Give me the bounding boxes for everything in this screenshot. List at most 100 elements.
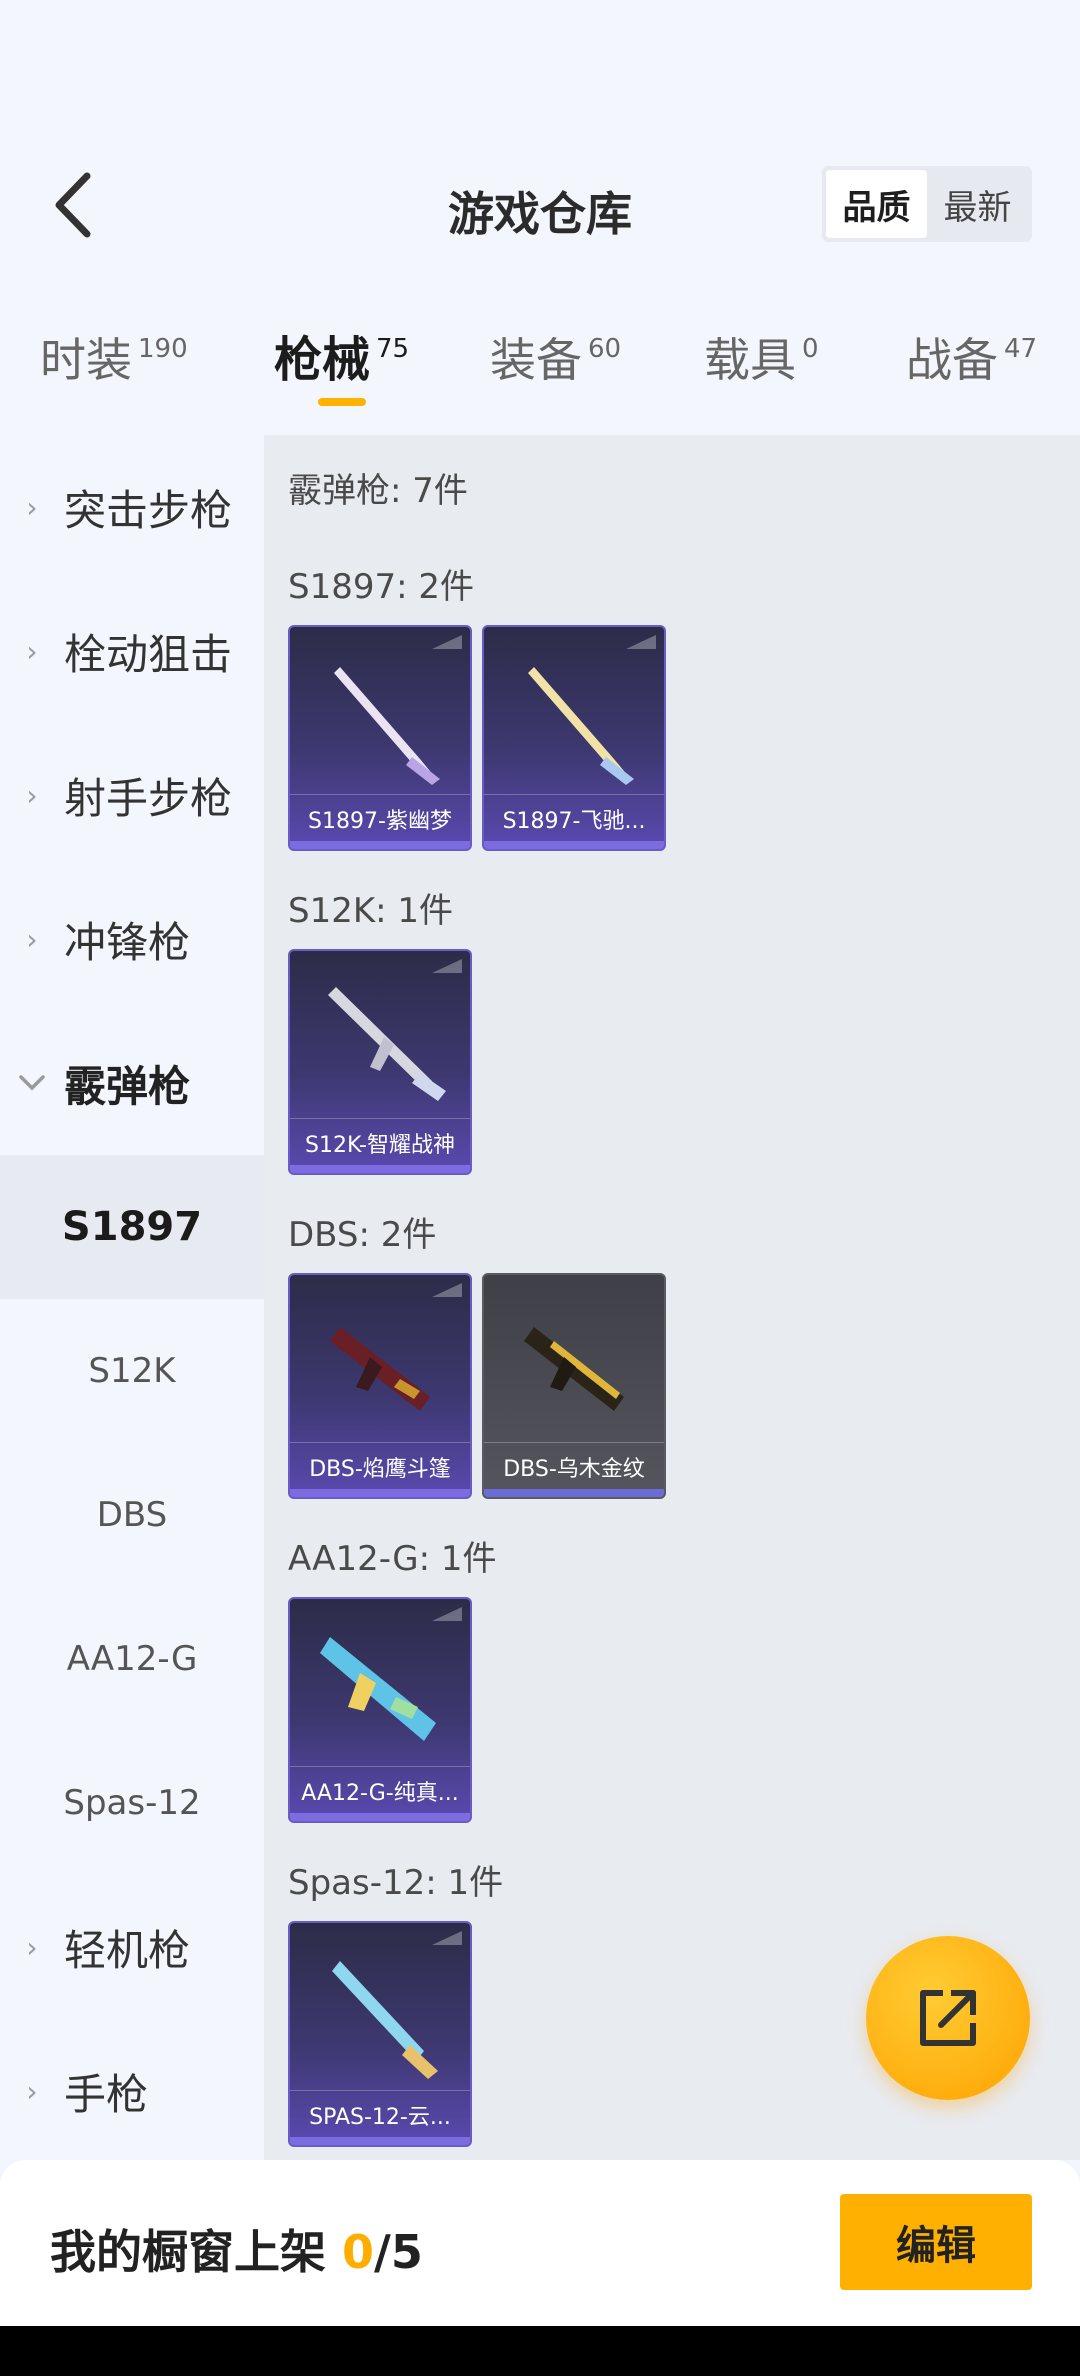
sidebar-item-shotgun[interactable]: 霰弹枪	[0, 1011, 264, 1155]
sidebar-sub-aa12g[interactable]: AA12-G	[0, 1587, 264, 1731]
tab-count: 75	[376, 334, 410, 364]
card-divider	[290, 1118, 470, 1119]
sidebar-item-label: 冲锋枪	[64, 917, 191, 967]
showcase-bar: 我的橱窗上架 0/5 编辑	[0, 2160, 1080, 2326]
shotgun-image	[332, 1961, 438, 2079]
weapon-name: SPAS-12-云...	[309, 2105, 451, 2130]
sidebar-item-marksman-rifle[interactable]: › 射手步枪	[0, 723, 264, 867]
sidebar-sub-spas12[interactable]: Spas-12	[0, 1731, 264, 1875]
tab-label: 时装	[40, 333, 132, 387]
edit-button[interactable]: 编辑	[840, 2194, 1032, 2290]
chevron-down-icon	[0, 1074, 64, 1092]
group-heading: S1897: 2件	[288, 567, 475, 607]
weapon-name: AA12-G-纯真...	[301, 1781, 459, 1806]
chevron-right-icon: ›	[26, 778, 38, 812]
rarity-bar	[290, 1489, 470, 1497]
weapon-name: DBS-乌木金纹	[503, 1457, 645, 1482]
chevron-right-icon: ›	[26, 922, 38, 956]
weapon-card[interactable]: DBS-乌木金纹	[482, 1273, 666, 1499]
rarity-bar	[290, 2137, 470, 2145]
header: 游戏仓库 品质 最新	[0, 140, 1080, 270]
category-heading: 霰弹枪: 7件	[288, 471, 468, 511]
weapon-card[interactable]: AA12-G-纯真...	[288, 1597, 472, 1823]
showcase-status: 我的橱窗上架 0/5	[50, 2216, 423, 2282]
tab-weapons[interactable]: 枪械 75	[274, 330, 409, 390]
rarity-bar	[484, 841, 664, 849]
chevron-right-icon: ›	[26, 634, 38, 668]
sidebar-item-smg[interactable]: › 冲锋枪	[0, 867, 264, 1011]
sidebar-item-label: 射手步枪	[64, 773, 233, 823]
card-divider	[290, 1766, 470, 1767]
sidebar-item-label: 突击步枪	[64, 485, 233, 535]
sort-newest-option[interactable]: 最新	[927, 170, 1028, 238]
share-external-icon	[920, 1990, 976, 2046]
sidebar-item-label: 轻机枪	[64, 1925, 191, 1975]
tab-label: 枪械	[274, 332, 371, 388]
weapon-list: 霰弹枪: 7件 S1897: 2件 S1897-紫幽梦 S1897-飞驰... …	[264, 435, 1080, 2160]
showcase-label: 我的橱窗上架	[50, 2225, 343, 2279]
sidebar-item-label: 手枪	[64, 2069, 149, 2119]
sidebar-sub-dbs[interactable]: DBS	[0, 1443, 264, 1587]
card-divider	[484, 794, 664, 795]
group-heading: Spas-12: 1件	[288, 1863, 504, 1903]
sort-toggle: 品质 最新	[822, 166, 1032, 242]
weapon-card[interactable]: S1897-飞驰...	[482, 625, 666, 851]
sidebar-item-label: 栓动狙击	[64, 629, 233, 679]
tab-label: 装备	[490, 333, 582, 387]
tab-count: 0	[802, 334, 819, 364]
shotgun-image	[320, 1637, 436, 1741]
weapon-name: S12K-智耀战神	[304, 1133, 455, 1158]
sidebar-item-lmg[interactable]: › 轻机枪	[0, 1875, 264, 2019]
card-divider	[484, 1442, 664, 1443]
weapon-card[interactable]: S1897-紫幽梦	[288, 625, 472, 851]
weapon-name: DBS-焰鹰斗篷	[309, 1457, 451, 1482]
weapon-card[interactable]: SPAS-12-云...	[288, 1921, 472, 2147]
weapon-card[interactable]: S12K-智耀战神	[288, 949, 472, 1175]
group-heading: AA12-G: 1件	[288, 1539, 497, 1579]
active-tab-indicator	[318, 398, 366, 406]
tab-count: 47	[1004, 334, 1038, 364]
share-button[interactable]	[866, 1936, 1030, 2100]
sidebar-item-assault-rifle[interactable]: › 突击步枪	[0, 435, 264, 579]
chevron-right-icon: ›	[26, 490, 38, 524]
shotgun-image	[524, 1327, 624, 1411]
card-divider	[290, 1442, 470, 1443]
app-root: 游戏仓库 品质 最新 时装 190 枪械 75 装备 60 载具 0 战备 47	[0, 0, 1080, 2376]
sidebar-item-bolt-sniper[interactable]: › 栓动狙击	[0, 579, 264, 723]
system-nav-bar	[0, 2326, 1080, 2376]
rarity-bar	[484, 1489, 664, 1497]
weapon-name: S1897-紫幽梦	[308, 809, 452, 834]
weapon-name: S1897-飞驰...	[502, 809, 646, 834]
sort-quality-option[interactable]: 品质	[826, 170, 927, 238]
tab-supplies[interactable]: 战备 47	[906, 330, 1037, 390]
category-tabs: 时装 190 枪械 75 装备 60 载具 0 战备 47	[0, 310, 1080, 420]
group-heading: DBS: 2件	[288, 1215, 437, 1255]
shotgun-image	[330, 1327, 430, 1411]
sidebar-item-pistol[interactable]: › 手枪	[0, 2019, 264, 2163]
sidebar-item-label: 霰弹枪	[64, 1061, 191, 1111]
tab-label: 载具	[704, 333, 796, 387]
weapon-card[interactable]: DBS-焰鹰斗篷	[288, 1273, 472, 1499]
shotgun-image	[528, 667, 634, 785]
tab-vehicles[interactable]: 载具 0	[704, 330, 819, 390]
chevron-right-icon: ›	[26, 2074, 38, 2108]
rarity-bar	[290, 841, 470, 849]
group-heading: S12K: 1件	[288, 891, 454, 931]
card-divider	[290, 794, 470, 795]
weapon-category-sidebar: › 突击步枪 › 栓动狙击 › 射手步枪 › 冲锋枪 霰弹枪 S1897 S12…	[0, 435, 264, 2160]
sidebar-sub-s1897[interactable]: S1897	[0, 1155, 264, 1299]
tab-equipment[interactable]: 装备 60	[490, 330, 621, 390]
rarity-bar	[290, 1165, 470, 1173]
tab-count: 60	[588, 334, 622, 364]
showcase-max-count: /5	[374, 2225, 423, 2279]
tab-fashion[interactable]: 时装 190	[40, 330, 188, 390]
shotgun-image	[334, 667, 440, 785]
sidebar-sub-s12k[interactable]: S12K	[0, 1299, 264, 1443]
chevron-right-icon: ›	[26, 1930, 38, 1964]
tab-count: 190	[138, 334, 188, 364]
tab-label: 战备	[906, 333, 998, 387]
showcase-current-count: 0	[342, 2225, 375, 2279]
shotgun-image	[328, 987, 446, 1101]
card-divider	[290, 2090, 470, 2091]
rarity-bar	[290, 1813, 470, 1821]
